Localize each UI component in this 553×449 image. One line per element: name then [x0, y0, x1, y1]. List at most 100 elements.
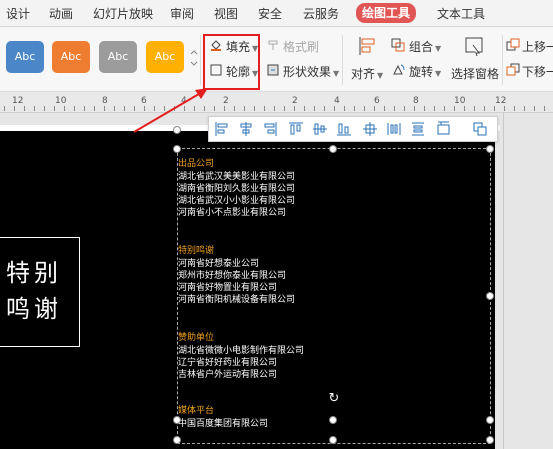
- section-heading: 出品公司: [178, 159, 215, 169]
- tab-security[interactable]: 安全: [258, 5, 282, 23]
- shape-style-swatch-gray[interactable]: Abc: [99, 41, 137, 73]
- more-options-icon[interactable]: [471, 120, 489, 138]
- distribute-horizontal-icon[interactable]: [361, 120, 379, 138]
- ruler-number: 12: [12, 96, 24, 106]
- ruler-tick: [524, 106, 525, 111]
- shape-effects-button[interactable]: 形状效果 ▼: [283, 63, 339, 80]
- align-bottom-icon[interactable]: [335, 120, 353, 138]
- send-backward-button[interactable]: 下移一: [522, 63, 553, 80]
- align-button[interactable]: 对齐 ▼: [351, 65, 383, 82]
- ruler-tick: [344, 106, 345, 111]
- ruler-number: 2: [292, 96, 298, 106]
- ruler-number: 10: [55, 96, 67, 106]
- resize-handle[interactable]: [329, 436, 337, 444]
- resize-handle[interactable]: [173, 145, 181, 153]
- tab-cloud-service[interactable]: 云服务: [303, 5, 339, 23]
- ruler-tick: [544, 106, 545, 111]
- rotate-handle-icon[interactable]: ↻: [327, 392, 341, 406]
- ruler-tick: [504, 106, 505, 111]
- section-heading: 赞助单位: [178, 333, 215, 343]
- ruler-tick: [464, 106, 465, 111]
- title-line: 鸣谢: [6, 295, 62, 323]
- ruler-tick: [244, 106, 245, 111]
- ruler-number: 4: [334, 96, 340, 106]
- tab-drawing-tools[interactable]: 绘图工具: [356, 3, 417, 23]
- credit-line: 吉林省户外运动有限公司: [178, 370, 278, 380]
- align-floating-toolbar: [208, 116, 498, 142]
- credit-line: 湖北省微微小电影制作有限公司: [178, 346, 305, 356]
- ruler-tick: [404, 106, 405, 111]
- tab-text-tools[interactable]: 文本工具: [437, 5, 485, 23]
- credit-line: 河南省小不点影业有限公司: [178, 208, 287, 218]
- ruler-number: 8: [102, 96, 108, 106]
- ruler-tick: [254, 106, 255, 111]
- ruler-tick: [104, 106, 105, 111]
- chevron-down-icon: ▼: [435, 44, 442, 53]
- resize-handle[interactable]: [173, 416, 181, 424]
- ribbon: Abc Abc Abc Abc 填充 ▼ 轮廓 ▼ 格式刷 形状效果 ▼ 对齐 ▼ 组合…: [0, 27, 553, 92]
- shape-style-swatch-yellow[interactable]: Abc: [146, 41, 184, 73]
- ruler-tick: [304, 106, 305, 111]
- tab-design[interactable]: 设计: [6, 5, 30, 23]
- distribute-rows-icon[interactable]: [409, 120, 427, 138]
- bring-forward-button[interactable]: 上移一: [522, 38, 553, 55]
- resize-handle[interactable]: [329, 145, 337, 153]
- ruler-tick: [454, 106, 455, 111]
- section-heading: 特别鸣谢: [178, 246, 215, 256]
- tab-view[interactable]: 视图: [214, 5, 238, 23]
- rotate-button[interactable]: 旋转 ▼: [409, 63, 441, 80]
- tab-review[interactable]: 审阅: [170, 5, 194, 23]
- align-right-icon[interactable]: [261, 120, 279, 138]
- ruler-number: 10: [454, 96, 466, 106]
- resize-handle[interactable]: [486, 145, 494, 153]
- ruler-tick: [64, 106, 65, 111]
- resize-handle[interactable]: [329, 416, 337, 424]
- ruler-tick: [354, 106, 355, 111]
- resize-handle[interactable]: [173, 436, 181, 444]
- ruler-tick: [474, 106, 475, 111]
- tab-animation[interactable]: 动画: [49, 5, 73, 23]
- align-middle-icon[interactable]: [311, 120, 329, 138]
- group-button[interactable]: 组合 ▼: [409, 38, 441, 55]
- credit-line: 河南省好想泰业公司: [178, 259, 260, 269]
- ruler-number: 12: [495, 96, 507, 106]
- credits-textbox[interactable]: 出品公司 湖北省武汉美美影业有限公司 湖南省衡阳刘久影业有限公司 湖北省武汉小小…: [178, 158, 478, 430]
- ruler-tick: [394, 106, 395, 111]
- align-top-icon[interactable]: [287, 120, 305, 138]
- resize-handle[interactable]: [486, 292, 494, 300]
- format-brush-icon: [266, 38, 280, 55]
- ruler-tick: [94, 106, 95, 111]
- ruler-tick: [364, 106, 365, 111]
- ruler-number: 8: [413, 96, 419, 106]
- tab-slideshow[interactable]: 幻灯片放映: [93, 5, 153, 23]
- shape-effects-icon: [266, 63, 280, 80]
- title-text[interactable]: 特别 鸣谢: [6, 255, 62, 327]
- style-gallery-scroll-icon[interactable]: [190, 49, 198, 67]
- ruler-number: 6: [374, 96, 380, 106]
- ruler-tick: [74, 106, 75, 111]
- ruler-tick: [484, 106, 485, 111]
- shape-style-swatch-orange[interactable]: Abc: [52, 41, 90, 73]
- ruler-tick: [234, 106, 235, 111]
- credit-line: 辽宁省好好药业有限公司: [178, 358, 278, 368]
- distribute-vertical-icon[interactable]: [385, 120, 403, 138]
- group-label: 组合: [409, 40, 434, 54]
- align-center-icon[interactable]: [237, 120, 255, 138]
- resize-handle[interactable]: [486, 436, 494, 444]
- credit-line: 湖北省武汉美美影业有限公司: [178, 172, 296, 182]
- ruler-tick: [414, 106, 415, 111]
- ruler-tick: [44, 106, 45, 111]
- selection-pane-button[interactable]: 选择窗格: [451, 65, 499, 82]
- same-size-icon[interactable]: [435, 120, 453, 138]
- ruler-tick: [294, 106, 295, 111]
- ruler-tick: [334, 106, 335, 111]
- guide-line: [503, 113, 504, 449]
- format-brush-button[interactable]: 格式刷: [283, 38, 319, 55]
- ruler-tick: [424, 106, 425, 111]
- align-icon: [357, 35, 377, 60]
- ruler-tick: [444, 106, 445, 111]
- section-heading: 媒体平台: [178, 406, 215, 416]
- shape-style-swatch-blue[interactable]: Abc: [6, 41, 44, 73]
- resize-handle[interactable]: [486, 416, 494, 424]
- chevron-down-icon: ▼: [377, 71, 384, 80]
